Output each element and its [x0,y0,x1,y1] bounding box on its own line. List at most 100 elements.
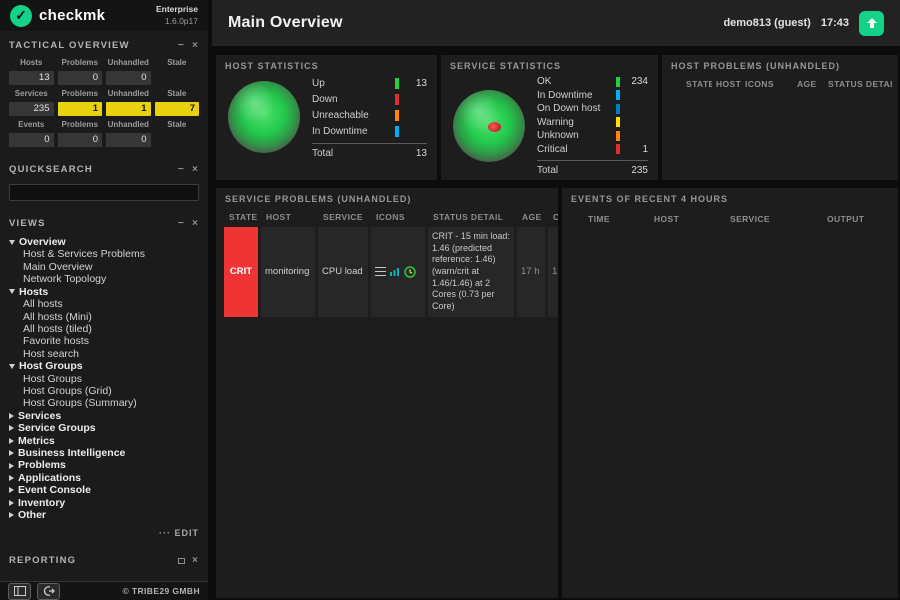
chevron-right-icon [9,450,14,456]
events-total-cell[interactable]: 0 [9,133,54,147]
column-header-state[interactable]: STATE [224,212,258,222]
view-link-all-hosts-tiled[interactable]: All hosts (tiled) [9,323,199,335]
views-folder-hosts[interactable]: Hosts [9,286,199,298]
chevron-right-icon [9,413,14,419]
views-folder-metrics[interactable]: Metrics [9,435,199,447]
legend-row-in-downtime[interactable]: In Downtime [537,89,648,103]
views-folder-host-groups[interactable]: Host Groups [9,360,199,372]
column-header-host[interactable]: HOST [654,214,726,224]
events-table-header: TIME HOST SERVICE OUTPUT [562,206,898,224]
column-header-output[interactable]: OUTPUT [827,214,892,224]
legend-row-unreachable[interactable]: Unreachable [312,107,427,123]
views-folder-business-intelligence[interactable]: Business Intelligence [9,447,199,459]
minimize-icon[interactable]: − [178,41,185,51]
hosts-problems-cell[interactable]: 0 [58,71,103,85]
view-link-main-overview[interactable]: Main Overview [9,261,199,273]
views-folder-service-groups[interactable]: Service Groups [9,422,199,434]
events-problems-cell[interactable]: 0 [58,133,103,147]
column-header-status-detail[interactable]: STATUS DETAIL [428,212,514,222]
views-folder-event-console[interactable]: Event Console [9,484,199,496]
close-icon[interactable]: × [192,556,199,566]
action-menu-icon[interactable] [375,267,386,276]
close-icon[interactable]: × [192,41,199,51]
scroll-to-top-button[interactable] [859,11,884,36]
legend-row-in-downtime[interactable]: In Downtime [312,123,427,139]
view-link-all-hosts[interactable]: All hosts [9,298,199,310]
hosts-total-cell[interactable]: 13 [9,71,54,85]
snapin-title: VIEWS [9,218,46,229]
minimize-icon[interactable]: − [178,219,185,229]
snapin-title: TACTICAL OVERVIEW [9,40,130,51]
snapin-title: REPORTING [9,555,76,566]
tactical-col-header: Stale [155,120,200,129]
legend-color-bar [616,90,620,100]
minimize-icon[interactable]: − [178,165,185,175]
host-problems-table-header: STATE HOST ICONS AGE STATUS DETAIL [662,73,898,89]
quicksearch-input[interactable] [9,184,199,201]
age-cell: 17 h [517,227,545,317]
service-cell[interactable]: CPU load [318,227,368,317]
views-folder-applications[interactable]: Applications [9,472,199,484]
column-header-state[interactable]: STATE [686,79,712,89]
column-header-age[interactable]: AGE [517,212,545,222]
views-folder-services[interactable]: Services [9,410,199,422]
views-folder-overview[interactable]: Overview [9,236,199,248]
view-link-all-hosts-mini[interactable]: All hosts (Mini) [9,311,199,323]
hosts-unhandled-cell[interactable]: 0 [106,71,151,85]
host-cell[interactable]: monitoring [261,227,315,317]
view-link-host-services-problems[interactable]: Host & Services Problems [9,248,199,260]
legend-row-ok[interactable]: OK 234 [537,75,648,89]
services-problems-cell[interactable]: 1 [58,102,103,116]
logout-button[interactable] [37,583,60,600]
legend-row-warning[interactable]: Warning [537,116,648,130]
column-header-age[interactable]: AGE [797,79,824,89]
column-header-icons[interactable]: ICONS [745,79,793,89]
view-link-host-search[interactable]: Host search [9,348,199,360]
views-folder-inventory[interactable]: Inventory [9,497,199,509]
legend-row-up[interactable]: Up 13 [312,75,427,91]
column-header-service[interactable]: SERVICE [730,214,823,224]
column-header-icons[interactable]: ICONS [371,212,425,222]
snapin-quicksearch: QUICKSEARCH − × [0,155,208,209]
column-header-status-detail[interactable]: STATUS DETAIL [828,79,892,89]
services-stale-cell[interactable]: 7 [155,102,200,116]
views-folder-problems[interactable]: Problems [9,459,199,471]
close-icon[interactable]: × [192,165,199,175]
views-folder-other[interactable]: Other [9,509,199,521]
column-header-host[interactable]: HOST [716,79,741,89]
legend-row-down[interactable]: Down [312,91,427,107]
snapin-tactical-overview: TACTICAL OVERVIEW − × Hosts Problems Unh… [0,31,208,155]
column-header-service[interactable]: SERVICE [318,212,368,222]
view-label: Host search [23,348,79,360]
views-edit-button[interactable]: ··· EDIT [9,528,199,538]
legend-row-unknown[interactable]: Unknown [537,129,648,143]
view-link-favorite-hosts[interactable]: Favorite hosts [9,335,199,347]
legend-row-critical[interactable]: Critical 1 [537,143,648,157]
column-header-host[interactable]: HOST [261,212,315,222]
legend-label: On Down host [537,103,616,114]
legend-label: Warning [537,117,616,128]
view-link-host-groups-summary[interactable]: Host Groups (Summary) [9,397,199,409]
service-graph-icon[interactable] [389,267,401,277]
close-icon[interactable]: × [192,219,199,229]
tactical-hosts-label: Hosts [9,58,54,67]
events-unhandled-cell[interactable]: 0 [106,133,151,147]
services-total-cell[interactable]: 235 [9,102,54,116]
sidebar-position-button[interactable] [8,583,31,600]
snapin-controls: − × [178,41,199,51]
column-header-checked[interactable]: CHECKED [548,212,558,222]
view-link-network-topology[interactable]: Network Topology [9,273,199,285]
state-cell-crit[interactable]: CRIT [224,227,258,317]
checkmk-logo-icon[interactable]: ✓ [10,5,32,27]
snapin-header-tactical: TACTICAL OVERVIEW − × [9,40,199,51]
clock-icon[interactable] [404,266,416,278]
view-link-host-groups[interactable]: Host Groups [9,373,199,385]
services-unhandled-cell[interactable]: 1 [106,102,151,116]
view-label: Hosts [19,286,48,298]
restore-icon[interactable] [178,558,185,564]
legend-row-on-down-host[interactable]: On Down host [537,102,648,116]
column-header-time[interactable]: TIME [588,214,650,224]
view-link-host-groups-grid[interactable]: Host Groups (Grid) [9,385,199,397]
sidebar: ✓ checkmk Enterprise 1.6.0p17 TACTICAL O… [0,0,212,600]
view-label: Host Groups (Summary) [23,397,137,409]
